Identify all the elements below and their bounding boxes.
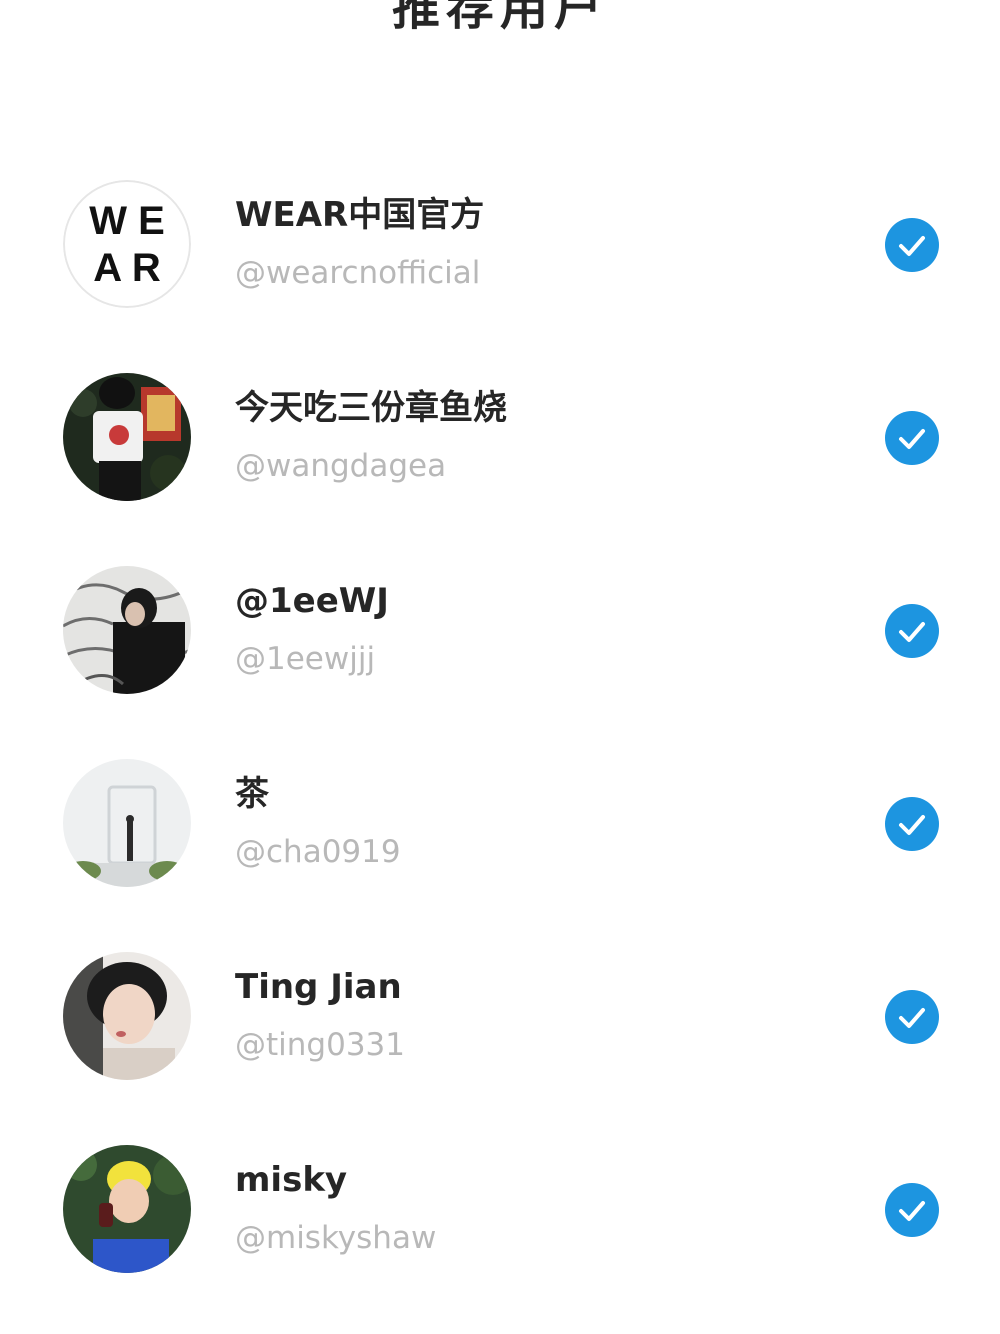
avatar-logo-line1: W E — [89, 199, 165, 243]
photo-avatar — [63, 1145, 191, 1273]
user-row[interactable]: W E A R WEAR中国官方 @wearcnofficial — [0, 148, 1000, 341]
photo-avatar — [63, 952, 191, 1080]
user-handle: @wearcnofficial — [235, 255, 481, 291]
checkmark-icon — [899, 622, 925, 642]
checkmark-icon — [899, 1008, 925, 1028]
checkmark-icon — [899, 1201, 925, 1221]
selected-check-button[interactable] — [885, 990, 939, 1044]
selected-check-button[interactable] — [885, 218, 939, 272]
avatar[interactable] — [63, 759, 191, 887]
user-handle: @miskyshaw — [235, 1220, 437, 1256]
selected-check-button[interactable] — [885, 411, 939, 465]
avatar[interactable] — [63, 952, 191, 1080]
selected-check-button[interactable] — [885, 1183, 939, 1237]
user-handle: @ting0331 — [235, 1027, 405, 1063]
selected-check-button[interactable] — [885, 797, 939, 851]
user-row[interactable]: 今天吃三份章鱼烧 @wangdagea — [0, 341, 1000, 534]
checkmark-icon — [899, 815, 925, 835]
user-row[interactable]: misky @miskyshaw — [0, 1113, 1000, 1306]
wear-logo-avatar: W E A R — [63, 180, 191, 308]
user-name: 茶 — [235, 774, 269, 814]
user-handle: @1eewjjj — [235, 641, 376, 677]
checkmark-icon — [899, 429, 925, 449]
user-row[interactable]: @1eeWJ @1eewjjj — [0, 534, 1000, 727]
user-name: misky — [235, 1160, 348, 1200]
user-handle: @cha0919 — [235, 834, 401, 870]
user-handle: @wangdagea — [235, 448, 447, 484]
checkmark-icon — [899, 236, 925, 256]
avatar[interactable] — [63, 373, 191, 501]
user-name: WEAR中国官方 — [235, 195, 485, 235]
user-name: 今天吃三份章鱼烧 — [235, 388, 507, 428]
avatar[interactable] — [63, 566, 191, 694]
avatar[interactable]: W E A R — [63, 180, 191, 308]
avatar[interactable] — [63, 1145, 191, 1273]
photo-avatar — [63, 373, 191, 501]
recommended-user-list: W E A R WEAR中国官方 @wearcnofficial 今天吃三份章鱼… — [0, 148, 1000, 1306]
page-title: 推荐用户 — [391, 0, 608, 36]
photo-avatar — [63, 759, 191, 887]
user-row[interactable]: 茶 @cha0919 — [0, 727, 1000, 920]
user-name: @1eeWJ — [235, 581, 389, 621]
photo-avatar — [63, 566, 191, 694]
avatar-logo-line2: A R — [93, 246, 161, 290]
user-row[interactable]: Ting Jian @ting0331 — [0, 920, 1000, 1113]
selected-check-button[interactable] — [885, 604, 939, 658]
user-name: Ting Jian — [235, 967, 402, 1007]
